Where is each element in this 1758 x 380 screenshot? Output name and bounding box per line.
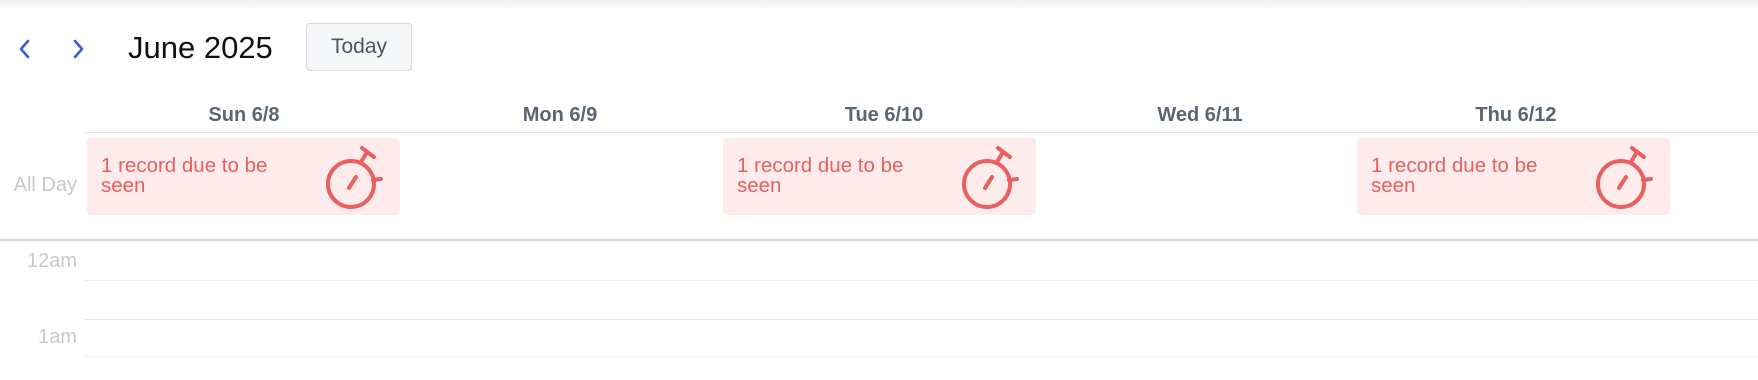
day-header-mon: Mon 6/9 <box>522 104 598 126</box>
stopwatch-icon <box>1596 146 1653 209</box>
half-hour-line <box>84 280 1758 281</box>
event-text: 1 record due to be seen <box>737 154 904 197</box>
day-header-sun: Sun 6/8 <box>208 104 280 126</box>
day-header-tue: Tue 6/10 <box>844 104 924 126</box>
event-sun[interactable]: 1 record due to be seen <box>87 138 400 215</box>
stopwatch-icon <box>326 146 383 209</box>
chevron-left-icon <box>19 39 30 59</box>
hour-line <box>84 319 1758 320</box>
previous-week-button[interactable] <box>12 36 38 62</box>
stopwatch-icon <box>962 146 1019 209</box>
time-label-1am: 1am <box>38 326 77 348</box>
today-button[interactable]: Today <box>306 23 412 71</box>
time-label-12am: 12am <box>26 250 77 272</box>
half-hour-line <box>84 356 1758 357</box>
day-header-wed: Wed 6/11 <box>1157 104 1243 126</box>
day-header-thu: Thu 6/12 <box>1475 104 1557 126</box>
event-text: 1 record due to be seen <box>101 154 268 197</box>
top-shadow <box>0 0 1758 10</box>
month-title: June 2025 <box>128 30 273 65</box>
all-day-divider <box>0 239 1758 241</box>
next-week-button[interactable] <box>65 36 91 62</box>
calendar-week-view: June 2025 Today Sun 6/8 Mon 6/9 Tue 6/10… <box>0 0 1758 380</box>
event-thu[interactable]: 1 record due to be seen <box>1357 138 1670 215</box>
event-tue[interactable]: 1 record due to be seen <box>723 138 1036 215</box>
event-text: 1 record due to be seen <box>1371 154 1538 197</box>
chevron-right-icon <box>73 39 84 59</box>
all-day-label: All Day <box>13 174 77 196</box>
header-divider <box>84 132 1758 133</box>
